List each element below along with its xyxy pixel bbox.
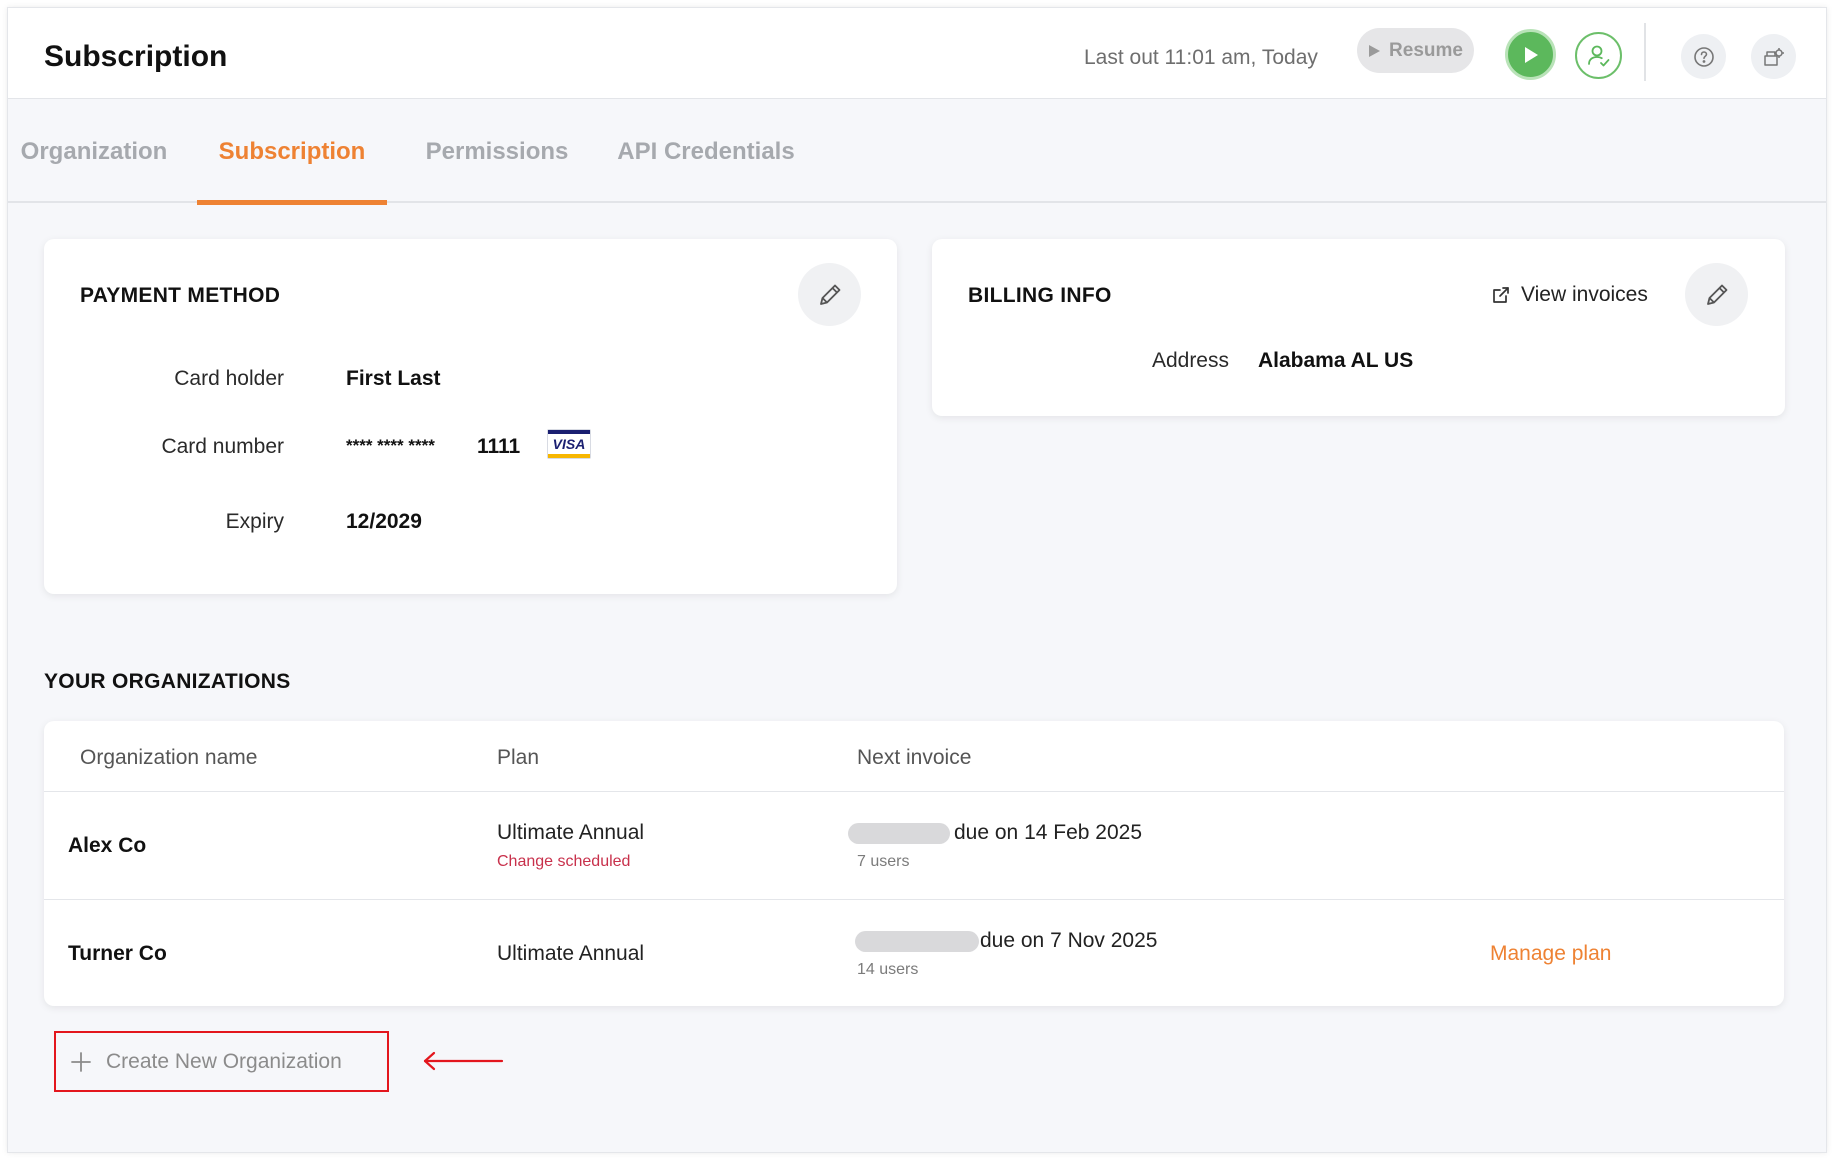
address-value: Alabama AL US bbox=[1258, 349, 1414, 372]
page-title: Subscription bbox=[44, 40, 228, 73]
redacted-amount bbox=[848, 823, 950, 844]
top-header: Subscription Last out 11:01 am, Today Re… bbox=[8, 8, 1826, 99]
settings-icon bbox=[1763, 47, 1784, 66]
start-timer-button[interactable] bbox=[1505, 29, 1556, 80]
payment-method-title: PAYMENT METHOD bbox=[80, 284, 281, 307]
your-organizations-title: YOUR ORGANIZATIONS bbox=[44, 670, 291, 693]
card-number-label: Card number bbox=[161, 435, 284, 458]
plan-name: Ultimate Annual bbox=[497, 942, 645, 965]
user-status-button[interactable] bbox=[1575, 32, 1622, 79]
address-label: Address bbox=[1151, 349, 1229, 372]
billing-info-title: BILLING INFO bbox=[968, 284, 1112, 307]
redacted-amount bbox=[855, 931, 979, 952]
billing-info-card: BILLING INFO View invoices Address Alaba… bbox=[932, 239, 1785, 416]
pencil-icon bbox=[819, 284, 840, 305]
resume-label: Resume bbox=[1389, 39, 1463, 61]
edit-billing-button[interactable] bbox=[1685, 263, 1748, 326]
play-icon bbox=[1369, 44, 1381, 57]
resume-button[interactable]: Resume bbox=[1357, 28, 1474, 73]
create-new-organization-button[interactable]: Create New Organization bbox=[54, 1031, 389, 1092]
tab-organization[interactable]: Organization bbox=[21, 100, 168, 203]
edit-payment-button[interactable] bbox=[798, 263, 861, 326]
org-name: Alex Co bbox=[68, 834, 147, 857]
help-button[interactable] bbox=[1681, 34, 1726, 79]
invoice-due-date: due on 14 Feb 2025 bbox=[954, 821, 1142, 844]
plus-icon bbox=[71, 1051, 91, 1072]
card-holder-value: First Last bbox=[346, 367, 441, 390]
payment-method-card: PAYMENT METHOD Card holder First Last Ca… bbox=[44, 239, 897, 594]
card-number-mask: **** **** **** bbox=[346, 436, 435, 455]
create-new-organization-label: Create New Organization bbox=[106, 1049, 342, 1073]
last-out-status: Last out 11:01 am, Today bbox=[1084, 46, 1318, 69]
view-invoices-link[interactable]: View invoices bbox=[1491, 283, 1648, 307]
user-count: 14 users bbox=[857, 961, 919, 978]
table-divider bbox=[44, 791, 1784, 792]
header-divider bbox=[1644, 23, 1646, 81]
external-link-icon bbox=[1493, 287, 1509, 303]
org-name: Turner Co bbox=[68, 942, 167, 965]
help-icon bbox=[1693, 46, 1714, 67]
tab-permissions[interactable]: Permissions bbox=[408, 100, 586, 203]
column-header-organization-name: Organization name bbox=[80, 746, 258, 769]
card-number-last4: 1111 bbox=[477, 435, 521, 458]
change-scheduled-note: Change scheduled bbox=[497, 853, 631, 870]
view-invoices-label: View invoices bbox=[1521, 283, 1648, 306]
pencil-icon bbox=[1706, 284, 1727, 305]
column-header-plan: Plan bbox=[497, 746, 540, 769]
expiry-value: 12/2029 bbox=[346, 510, 422, 533]
plan-name: Ultimate Annual bbox=[497, 821, 645, 844]
invoice-due-date: due on 7 Nov 2025 bbox=[980, 929, 1158, 952]
settings-tabs: Organization Subscription Permissions AP… bbox=[8, 100, 1826, 205]
tab-subscription[interactable]: Subscription bbox=[197, 100, 387, 205]
visa-card-icon: VISA bbox=[547, 429, 591, 459]
tab-api-credentials[interactable]: API Credentials bbox=[598, 100, 814, 203]
user-count: 7 users bbox=[857, 853, 910, 870]
arrow-left-icon bbox=[423, 1051, 504, 1071]
manage-plan-link[interactable]: Manage plan bbox=[1490, 942, 1611, 966]
card-brand: VISA bbox=[552, 436, 586, 452]
app-window: Subscription Last out 11:01 am, Today Re… bbox=[7, 7, 1827, 1153]
play-icon bbox=[1524, 46, 1538, 63]
column-header-next-invoice: Next invoice bbox=[857, 746, 972, 769]
table-divider bbox=[44, 899, 1784, 900]
card-holder-label: Card holder bbox=[174, 367, 284, 390]
expiry-label: Expiry bbox=[225, 510, 284, 533]
user-check-icon bbox=[1587, 45, 1609, 66]
org-settings-button[interactable] bbox=[1751, 34, 1796, 79]
